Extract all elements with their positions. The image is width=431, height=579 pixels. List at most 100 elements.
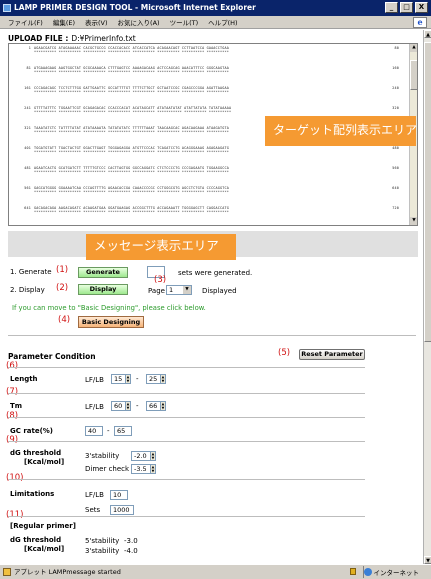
scroll-up-icon[interactable]: ▲	[424, 30, 431, 38]
menu-favorites[interactable]: お気に入り(A)	[118, 17, 160, 27]
dimer-check-stepper[interactable]: ▲ ▼	[151, 464, 156, 474]
range-dash: -	[136, 375, 139, 383]
sequence-line-number: 641	[24, 206, 31, 210]
regular-dg-threshold-label: dG threshold	[10, 536, 62, 544]
three-stability-value: -4.0	[124, 547, 138, 555]
param-divider	[8, 393, 365, 394]
sequence-line-number: 161	[24, 86, 31, 90]
display-button[interactable]: Display	[78, 284, 128, 295]
range-dash: -	[136, 402, 139, 410]
param-divider	[8, 441, 365, 442]
dimer-check-label: Dimer check	[85, 465, 130, 473]
scroll-down-icon[interactable]: ▼	[410, 217, 417, 225]
ie-app-icon	[3, 4, 11, 12]
target-sequence-area-label: ターゲット配列表示エリア	[265, 116, 417, 146]
dg-threshold-label: dG threshold	[10, 449, 62, 457]
dg-stability-stepper[interactable]: ▲ ▼	[151, 451, 156, 461]
generate-button[interactable]: Generate	[78, 267, 128, 278]
security-zone: インターネット	[362, 566, 419, 578]
upload-filename: D:¥PrimerInfo.txt	[71, 34, 136, 43]
limit-lflb-input[interactable]: 10	[110, 490, 128, 500]
gc-min-input[interactable]: 40	[85, 426, 103, 436]
menu-edit[interactable]: 編集(E)	[53, 17, 75, 27]
window-titlebar[interactable]: LAMP PRIMER DESIGN TOOL - Microsoft Inte…	[0, 0, 431, 16]
limit-sets-label: Sets	[85, 506, 101, 514]
sequence-line-markers: ********** ********** ********** *******…	[34, 50, 229, 54]
basic-designing-button[interactable]: Basic Designing	[78, 316, 144, 328]
menu-help[interactable]: ヘルプ(H)	[208, 17, 237, 27]
limit-sets-input[interactable]: 1000	[110, 505, 134, 515]
page-scrollbar[interactable]: ▲ ▼	[423, 30, 431, 564]
sequence-line-end: 720	[392, 206, 399, 210]
three-stability-label: 3'stability	[85, 547, 120, 555]
scroll-down-icon[interactable]: ▼	[424, 556, 431, 564]
sequence-line-number: 321	[24, 126, 31, 130]
menu-view[interactable]: 表示(V)	[85, 17, 108, 27]
reset-parameter-button[interactable]: Reset Parameter	[299, 349, 365, 360]
sequence-line-markers: ********** ********** ********** *******…	[34, 170, 229, 174]
param-divider	[8, 367, 365, 368]
callout-10: (10)	[6, 473, 24, 483]
lock-icon	[350, 568, 356, 575]
scroll-up-icon[interactable]: ▲	[410, 44, 417, 52]
sequence-line-end: 80	[394, 46, 399, 50]
gc-max-input[interactable]: 65	[114, 426, 132, 436]
callout-11: (11)	[6, 510, 24, 520]
chevron-down-icon[interactable]: ▼	[183, 286, 191, 294]
dg-stability-input[interactable]: -2.0	[131, 451, 151, 461]
callout-4: (4)	[58, 315, 71, 325]
basic-designing-hint: If you can move to "Basic Designing", pl…	[12, 304, 206, 312]
length-label: Length	[10, 375, 38, 383]
sequence-scroll-thumb[interactable]	[410, 60, 417, 90]
limitations-label: Limitations	[10, 490, 55, 498]
page-select[interactable]: 1 ▼	[166, 285, 192, 295]
sequence-line-end: 560	[392, 166, 399, 170]
sequence-line-markers: ********** ********** ********** *******…	[34, 110, 232, 114]
section-divider	[8, 335, 416, 336]
tm-max-stepper[interactable]: ▲ ▼	[161, 401, 166, 411]
regular-dg-unit-label: [Kcal/mol]	[24, 545, 65, 553]
callout-1: (1)	[56, 265, 69, 275]
tm-max-input[interactable]: 66	[146, 401, 161, 411]
page-content: UPLOAD FILE : D:¥PrimerInfo.txt 1 AGAACGAT…	[0, 30, 423, 564]
sequence-line-end: 320	[392, 106, 399, 110]
range-dash: -	[107, 427, 110, 435]
menu-file[interactable]: ファイル(F)	[8, 17, 43, 27]
length-min-input[interactable]: 15	[111, 374, 126, 384]
length-max-input[interactable]: 25	[146, 374, 161, 384]
dimer-check-input[interactable]: -3.5	[131, 464, 151, 474]
generate-step-label: 1. Generate	[10, 268, 52, 276]
dg-stability-label: 3'stability	[85, 452, 120, 460]
status-bar: アプレット LAMPmessage started インターネット	[0, 564, 431, 579]
sequence-line-number: 241	[24, 106, 31, 110]
sets-generated-text: sets were generated.	[178, 269, 253, 277]
callout-7: (7)	[6, 387, 19, 397]
five-stability-value: -3.0	[124, 537, 138, 545]
callout-6: (6)	[6, 361, 19, 371]
callout-2: (2)	[56, 283, 69, 293]
callout-8: (8)	[6, 411, 19, 421]
tm-min-input[interactable]: 60	[111, 401, 126, 411]
minimize-button[interactable]: _	[385, 2, 398, 13]
gc-rate-label: GC rate(%)	[10, 427, 54, 435]
sequence-line-markers: ********** ********** ********** *******…	[34, 90, 229, 94]
tm-label: Tm	[10, 402, 23, 410]
upload-file-label: UPLOAD FILE : D:¥PrimerInfo.txt	[8, 34, 136, 43]
sequence-line-number: 561	[24, 186, 31, 190]
displayed-text: Displayed	[202, 287, 237, 295]
page-scroll-thumb[interactable]	[424, 42, 431, 342]
dg-unit-label: [Kcal/mol]	[24, 458, 65, 466]
sequence-line-end: 240	[392, 86, 399, 90]
status-text: アプレット LAMPmessage started	[14, 568, 121, 576]
sequence-line: 561 GAGCATGGGG GGAAAATCAA CCCAGTTTTG AGAA…	[11, 186, 399, 206]
limit-lflb-label: LF/LB	[85, 491, 104, 499]
maximize-button[interactable]: □	[400, 2, 413, 13]
sequence-line: 401 TGGATGTATT TGACTACTGT GGACTTGAGT TGGG…	[11, 146, 399, 166]
length-max-stepper[interactable]: ▲ ▼	[161, 374, 166, 384]
menu-tools[interactable]: ツール(T)	[170, 17, 199, 27]
param-divider	[8, 479, 365, 480]
sequence-line-number: 1	[28, 46, 31, 50]
length-min-stepper[interactable]: ▲ ▼	[126, 374, 131, 384]
close-button[interactable]: X	[415, 2, 428, 13]
tm-min-stepper[interactable]: ▲ ▼	[126, 401, 131, 411]
